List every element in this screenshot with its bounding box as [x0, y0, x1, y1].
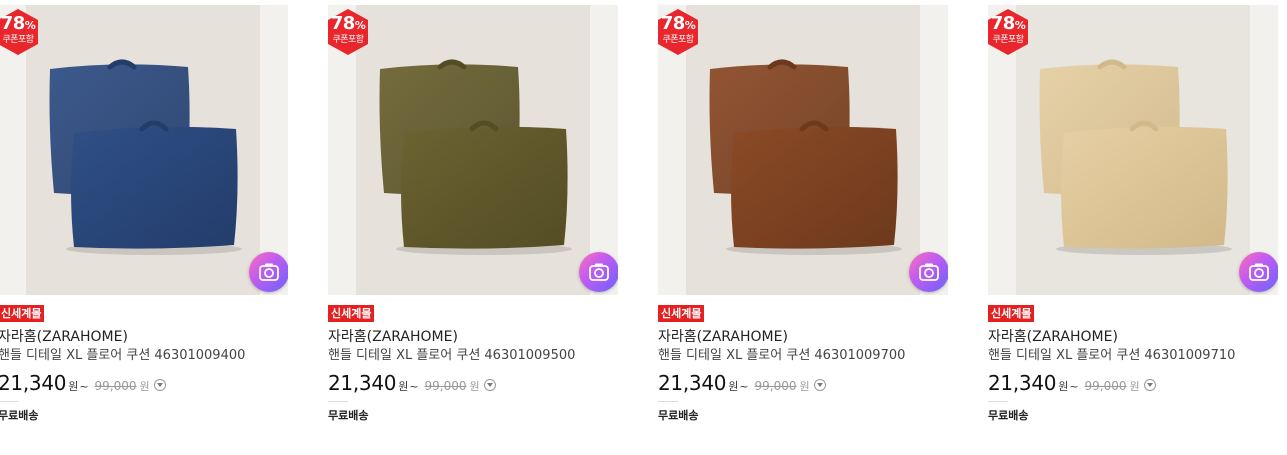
- coupon-pct: 78: [990, 13, 1016, 34]
- info-chevron-icon[interactable]: [483, 379, 496, 391]
- coupon-pct-unit: %: [354, 19, 366, 32]
- original-price-unit: 원: [1129, 380, 1140, 393]
- store-badge: 신세계몰: [658, 305, 705, 322]
- original-price: 99,000: [754, 379, 797, 393]
- store-badge: 신세계몰: [328, 305, 375, 322]
- original-price-unit: 원: [799, 380, 810, 393]
- coupon-pct-unit: %: [1014, 19, 1026, 32]
- divider: [658, 401, 678, 402]
- camera-search-icon[interactable]: [249, 252, 288, 292]
- store-badge: 신세계몰: [0, 305, 45, 322]
- price-tilde: ~: [1069, 380, 1079, 393]
- sale-price: 21,340: [0, 371, 67, 395]
- coupon-label: 쿠폰포함: [332, 35, 364, 45]
- product-name[interactable]: 핸들 디테일 XL 플로어 쿠션 46301009400: [0, 347, 245, 364]
- product-image[interactable]: 78% 쿠폰포함: [988, 5, 1278, 295]
- price-row: 21,340 원~ 99,000 원: [328, 370, 496, 396]
- coupon-label: 쿠폰포함: [2, 35, 34, 45]
- sale-price-unit: 원: [398, 380, 409, 393]
- product-image[interactable]: 78% 쿠폰포함: [658, 5, 948, 295]
- brand-name[interactable]: 자라홈(ZARAHOME): [0, 328, 128, 346]
- price-tilde: ~: [409, 380, 419, 393]
- coupon-pct: 78: [330, 13, 356, 34]
- coupon-label: 쿠폰포함: [992, 35, 1024, 45]
- product-card[interactable]: 78% 쿠폰포함 신세계몰 자라홈(ZARAHOME) 핸들 디테일 XL 플로…: [658, 0, 948, 455]
- coupon-discount-badge: 78% 쿠폰포함: [0, 8, 42, 56]
- product-card[interactable]: 78% 쿠폰포함 신세계몰 자라홈(ZARAHOME) 핸들 디테일 XL 플로…: [988, 0, 1278, 455]
- info-chevron-icon[interactable]: [153, 379, 166, 391]
- product-name[interactable]: 핸들 디테일 XL 플로어 쿠션 46301009710: [988, 347, 1235, 364]
- shipping-label: 무료배송: [988, 409, 1029, 422]
- brand-name[interactable]: 자라홈(ZARAHOME): [988, 328, 1118, 346]
- price-tilde: ~: [739, 380, 749, 393]
- front-cushion: [71, 126, 238, 249]
- price-row: 21,340 원~ 99,000 원: [658, 370, 826, 396]
- shipping-label: 무료배송: [658, 409, 699, 422]
- original-price-unit: 원: [469, 380, 480, 393]
- price-tilde: ~: [79, 380, 89, 393]
- original-price: 99,000: [1084, 379, 1127, 393]
- coupon-discount-badge: 78% 쿠폰포함: [658, 8, 702, 56]
- product-grid: 78% 쿠폰포함 신세계몰 자라홈(ZARAHOME) 핸들 디테일 XL 플로…: [0, 0, 1287, 455]
- product-image[interactable]: 78% 쿠폰포함: [328, 5, 618, 295]
- sale-price: 21,340: [658, 371, 727, 395]
- shipping-label: 무료배송: [0, 409, 39, 422]
- front-cushion: [1061, 126, 1228, 249]
- sale-price-unit: 원: [68, 380, 79, 393]
- coupon-label: 쿠폰포함: [662, 35, 694, 45]
- store-badge: 신세계몰: [988, 305, 1035, 322]
- info-chevron-icon[interactable]: [813, 379, 826, 391]
- sale-price-unit: 원: [1058, 380, 1069, 393]
- brand-name[interactable]: 자라홈(ZARAHOME): [328, 328, 458, 346]
- product-card[interactable]: 78% 쿠폰포함 신세계몰 자라홈(ZARAHOME) 핸들 디테일 XL 플로…: [328, 0, 618, 455]
- original-price-unit: 원: [139, 380, 150, 393]
- shipping-label: 무료배송: [328, 409, 369, 422]
- product-name[interactable]: 핸들 디테일 XL 플로어 쿠션 46301009500: [328, 347, 575, 364]
- front-cushion: [401, 126, 568, 249]
- coupon-discount-badge: 78% 쿠폰포함: [328, 8, 372, 56]
- brand-name[interactable]: 자라홈(ZARAHOME): [658, 328, 788, 346]
- sale-price: 21,340: [988, 371, 1057, 395]
- product-name[interactable]: 핸들 디테일 XL 플로어 쿠션 46301009700: [658, 347, 905, 364]
- coupon-discount-badge: 78% 쿠폰포함: [988, 8, 1032, 56]
- product-card[interactable]: 78% 쿠폰포함 신세계몰 자라홈(ZARAHOME) 핸들 디테일 XL 플로…: [0, 0, 288, 455]
- coupon-pct-unit: %: [24, 19, 36, 32]
- coupon-pct-unit: %: [684, 19, 696, 32]
- divider: [328, 401, 348, 402]
- coupon-pct: 78: [0, 13, 26, 34]
- front-cushion: [731, 126, 898, 249]
- info-chevron-icon[interactable]: [1143, 379, 1156, 391]
- cushion-photo: [0, 5, 288, 295]
- price-row: 21,340 원~ 99,000 원: [0, 370, 166, 396]
- camera-search-icon[interactable]: [579, 252, 618, 292]
- coupon-pct: 78: [660, 13, 686, 34]
- camera-search-icon[interactable]: [1239, 252, 1278, 292]
- divider: [988, 401, 1008, 402]
- original-price: 99,000: [94, 379, 137, 393]
- product-image[interactable]: 78% 쿠폰포함: [0, 5, 288, 295]
- sale-price: 21,340: [328, 371, 397, 395]
- divider: [0, 401, 18, 402]
- original-price: 99,000: [424, 379, 467, 393]
- camera-search-icon[interactable]: [909, 252, 948, 292]
- price-row: 21,340 원~ 99,000 원: [988, 370, 1156, 396]
- sale-price-unit: 원: [728, 380, 739, 393]
